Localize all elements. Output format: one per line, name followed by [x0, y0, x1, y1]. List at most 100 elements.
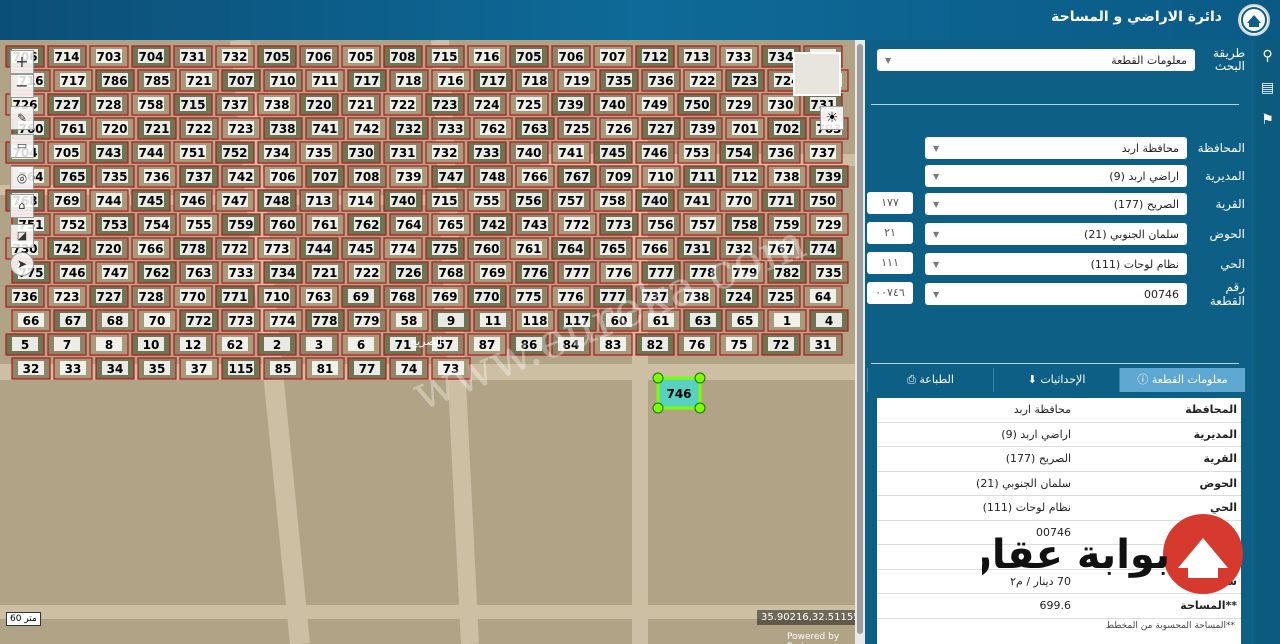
- parcel[interactable]: 733: [431, 117, 471, 140]
- parcel[interactable]: 738: [257, 93, 297, 116]
- parcel[interactable]: 708: [383, 45, 423, 68]
- parcel[interactable]: 720: [95, 117, 135, 140]
- parcel[interactable]: 739: [551, 93, 591, 116]
- parcel[interactable]: 739: [389, 165, 429, 188]
- parcel[interactable]: 775: [509, 285, 549, 308]
- parcel[interactable]: 771: [215, 285, 255, 308]
- parcel[interactable]: 757: [551, 189, 591, 212]
- parcel[interactable]: 747: [431, 165, 471, 188]
- parcel[interactable]: 749: [635, 93, 675, 116]
- parcel[interactable]: 77: [347, 357, 387, 380]
- parcel[interactable]: 735: [299, 141, 339, 164]
- parcel[interactable]: 773: [599, 213, 639, 236]
- parcel[interactable]: 717: [347, 69, 387, 92]
- parcel[interactable]: 710: [263, 69, 303, 92]
- parcel[interactable]: 701: [725, 117, 765, 140]
- parcel[interactable]: 741: [305, 117, 345, 140]
- parcel[interactable]: 747: [215, 189, 255, 212]
- parcel[interactable]: 709: [599, 165, 639, 188]
- parcel[interactable]: 745: [341, 237, 381, 260]
- parcel[interactable]: 755: [467, 189, 507, 212]
- zoom-in-button[interactable]: +: [10, 50, 34, 74]
- parcel[interactable]: 772: [179, 309, 219, 332]
- parcel[interactable]: 6: [341, 333, 381, 356]
- parcel[interactable]: 12: [173, 333, 213, 356]
- field-code-input[interactable]: ١٧٧: [867, 192, 913, 214]
- parcel[interactable]: 739: [809, 165, 849, 188]
- parcel[interactable]: 747: [95, 261, 135, 284]
- parcel[interactable]: 758: [593, 189, 633, 212]
- measure-icon[interactable]: ▭: [10, 134, 34, 158]
- parcel[interactable]: 721: [341, 93, 381, 116]
- parcel[interactable]: 3: [299, 333, 339, 356]
- layers-icon[interactable]: ▤: [1255, 80, 1280, 96]
- parcel[interactable]: 721: [305, 261, 345, 284]
- parcel[interactable]: 68: [95, 309, 135, 332]
- parcel[interactable]: 785: [137, 69, 177, 92]
- parcel[interactable]: 740: [593, 93, 633, 116]
- parcel[interactable]: 740: [509, 141, 549, 164]
- parcel[interactable]: 770: [719, 189, 759, 212]
- parcel[interactable]: 69: [341, 285, 381, 308]
- parcel[interactable]: 738: [767, 165, 807, 188]
- parcel[interactable]: 750: [677, 93, 717, 116]
- parcel[interactable]: 66: [11, 309, 51, 332]
- map-view[interactable]: 7067147037047317327057067057087157167057…: [0, 40, 855, 644]
- parcel[interactable]: 769: [473, 261, 513, 284]
- parcel[interactable]: 778: [305, 309, 345, 332]
- parcel[interactable]: 76: [677, 333, 717, 356]
- parcel[interactable]: 725: [509, 93, 549, 116]
- parcel[interactable]: 737: [179, 165, 219, 188]
- parcel[interactable]: 705: [47, 141, 87, 164]
- parcel[interactable]: 778: [173, 237, 213, 260]
- parcel[interactable]: 736: [641, 69, 681, 92]
- parcel[interactable]: 70: [137, 309, 177, 332]
- parcel[interactable]: 728: [89, 93, 129, 116]
- parcel[interactable]: 762: [347, 213, 387, 236]
- parcel[interactable]: 766: [515, 165, 555, 188]
- parcel[interactable]: 761: [305, 213, 345, 236]
- parcel[interactable]: 753: [95, 213, 135, 236]
- parcel[interactable]: 723: [725, 69, 765, 92]
- parcel[interactable]: 723: [221, 117, 261, 140]
- parcel[interactable]: 733: [719, 45, 759, 68]
- parcel[interactable]: 72: [761, 333, 801, 356]
- parcel[interactable]: 75: [719, 333, 759, 356]
- parcel[interactable]: 772: [557, 213, 597, 236]
- parcel[interactable]: 721: [179, 69, 219, 92]
- parcel[interactable]: 740: [635, 189, 675, 212]
- parcel[interactable]: 732: [389, 117, 429, 140]
- parcel[interactable]: 702: [767, 117, 807, 140]
- parcel[interactable]: 707: [593, 45, 633, 68]
- parcel[interactable]: 779: [347, 309, 387, 332]
- parcel[interactable]: 713: [299, 189, 339, 212]
- parcel[interactable]: 731: [173, 45, 213, 68]
- field-select[interactable]: سلمان الجنوبي (21) ▼: [925, 223, 1187, 245]
- parcel[interactable]: 718: [515, 69, 555, 92]
- tab-coordinates[interactable]: الإحداثيات ⬇: [993, 368, 1119, 392]
- parcel[interactable]: 757: [683, 213, 723, 236]
- parcel[interactable]: 754: [137, 213, 177, 236]
- parcel[interactable]: 705: [257, 45, 297, 68]
- parcel[interactable]: 773: [221, 309, 261, 332]
- compass-icon[interactable]: ➤: [10, 252, 34, 276]
- parcel[interactable]: 737: [215, 93, 255, 116]
- parcel[interactable]: 742: [473, 213, 513, 236]
- parcel[interactable]: 728: [131, 285, 171, 308]
- parcel[interactable]: 703: [89, 45, 129, 68]
- parcel[interactable]: 714: [341, 189, 381, 212]
- draw-area-icon[interactable]: ◪: [10, 224, 34, 248]
- parcel[interactable]: 760: [467, 237, 507, 260]
- parcel[interactable]: 763: [299, 285, 339, 308]
- parcel[interactable]: 726: [599, 117, 639, 140]
- parcel[interactable]: 777: [557, 261, 597, 284]
- parcel[interactable]: 748: [473, 165, 513, 188]
- parcel[interactable]: 722: [347, 261, 387, 284]
- parcel[interactable]: 745: [593, 141, 633, 164]
- parcel[interactable]: 765: [53, 165, 93, 188]
- parcel[interactable]: 737: [803, 141, 843, 164]
- parcel[interactable]: 763: [515, 117, 555, 140]
- field-select[interactable]: نظام لوحات (111) ▼: [925, 253, 1187, 275]
- parcel[interactable]: 708: [347, 165, 387, 188]
- parcel[interactable]: 5: [5, 333, 45, 356]
